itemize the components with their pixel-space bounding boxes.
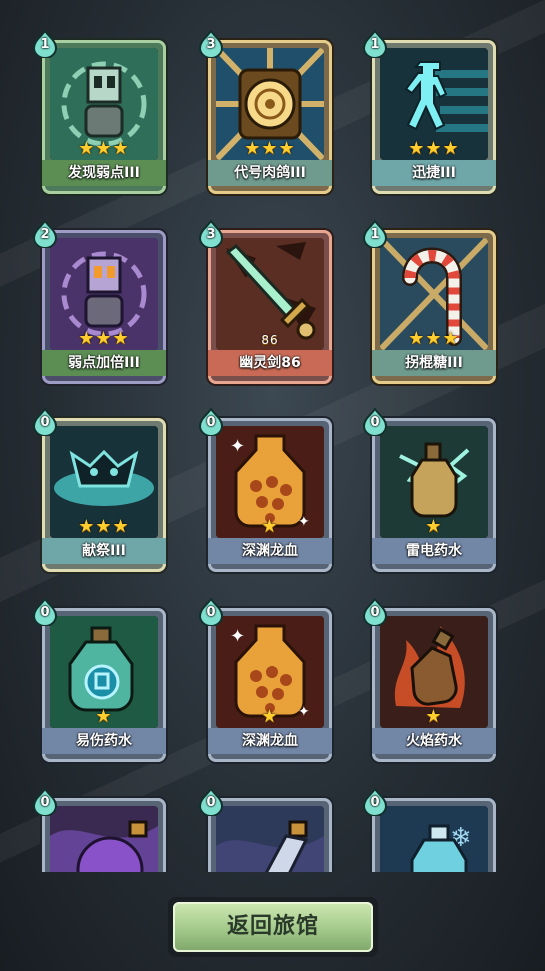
- card-label: 火焰药水: [372, 728, 496, 754]
- cost-value: 0: [40, 795, 50, 810]
- card-label: 雷电药水: [372, 538, 496, 564]
- card[interactable]: ❄ 0: [362, 788, 500, 872]
- star-rating: ★: [261, 706, 279, 727]
- level-tag: 86: [261, 333, 279, 347]
- card[interactable]: ★ 火焰药水 0: [362, 598, 500, 766]
- cost-badge: 1: [362, 220, 388, 248]
- card-label: 弱点加倍III: [42, 350, 166, 376]
- card[interactable]: ★★★ 献祭III 0: [32, 408, 170, 576]
- card[interactable]: ★ 易伤药水 0: [32, 598, 170, 766]
- return-button-label: 返回旅馆: [226, 914, 319, 939]
- card[interactable]: ★★★ 弱点加倍III 2: [32, 220, 170, 388]
- cost-value: 0: [206, 415, 216, 430]
- bottle-icon: [216, 806, 324, 872]
- cost-badge: 3: [198, 220, 224, 248]
- star-rating: ★★★: [78, 138, 130, 159]
- star-rating: ★★★: [408, 328, 460, 349]
- cost-badge: 1: [362, 30, 388, 58]
- cost-badge: 0: [362, 408, 388, 436]
- cost-value: 1: [40, 37, 50, 52]
- cost-badge: 3: [198, 30, 224, 58]
- cost-badge: 0: [32, 598, 58, 626]
- purple-potion-icon: [50, 806, 158, 872]
- card[interactable]: ★ 雷电药水 0: [362, 408, 500, 576]
- card[interactable]: ★★★ 发现弱点III 1: [32, 30, 170, 198]
- card[interactable]: ✦ ✦ ★ 深渊龙血 0: [198, 408, 336, 576]
- star-rating: ★: [425, 516, 443, 537]
- card[interactable]: ★★★ 迅捷III 1: [362, 30, 500, 198]
- cost-badge: 0: [362, 598, 388, 626]
- card-label: 发现弱点III: [42, 160, 166, 186]
- card-label: 深渊龙血: [208, 728, 332, 754]
- cost-badge: 2: [32, 220, 58, 248]
- cost-value: 0: [206, 795, 216, 810]
- card[interactable]: ★★★ 拐棍糖III 1: [362, 220, 500, 388]
- card-label: 献祭III: [42, 538, 166, 564]
- ice-potion-icon: ❄: [380, 806, 488, 872]
- star-rating: ★: [95, 706, 113, 727]
- card[interactable]: 0: [198, 788, 336, 872]
- cost-badge: 0: [198, 408, 224, 436]
- star-rating: ★★★: [78, 516, 130, 537]
- card[interactable]: ✦ ✦ ★ 深渊龙血 0: [198, 598, 336, 766]
- cost-value: 0: [370, 605, 380, 620]
- cost-value: 3: [206, 227, 216, 242]
- cost-value: 0: [40, 605, 50, 620]
- card[interactable]: ★★★ 代号肉鸽III 3: [198, 30, 336, 198]
- card[interactable]: 0: [32, 788, 170, 872]
- cost-badge: 0: [198, 788, 224, 816]
- cost-badge: 0: [32, 788, 58, 816]
- cost-badge: 1: [32, 30, 58, 58]
- card-label: 代号肉鸽III: [208, 160, 332, 186]
- star-rating: ★★★: [244, 138, 296, 159]
- card-label: 迅捷III: [372, 160, 496, 186]
- cost-value: 3: [206, 37, 216, 52]
- card-label: 幽灵剑86: [208, 350, 332, 376]
- cost-badge: 0: [198, 598, 224, 626]
- cost-badge: 0: [362, 788, 388, 816]
- card-label: 拐棍糖III: [372, 350, 496, 376]
- cost-value: 1: [370, 37, 380, 52]
- svg-text:✦: ✦: [230, 436, 245, 457]
- card-label: 易伤药水: [42, 728, 166, 754]
- cost-value: 0: [370, 415, 380, 430]
- star-rating: ★: [425, 706, 443, 727]
- svg-text:✦: ✦: [230, 626, 245, 647]
- star-rating: ★★★: [78, 328, 130, 349]
- star-rating: ★★★: [408, 138, 460, 159]
- cost-badge: 0: [32, 408, 58, 436]
- card-grid[interactable]: ★★★ 发现弱点III 1 ★★★ 代号肉鸽III 3 ★★★ 迅捷III 1 …: [0, 0, 545, 872]
- cost-value: 0: [370, 795, 380, 810]
- cost-value: 2: [40, 227, 50, 242]
- cost-value: 0: [206, 605, 216, 620]
- cost-value: 0: [40, 415, 50, 430]
- card-label: 深渊龙血: [208, 538, 332, 564]
- cost-value: 1: [370, 227, 380, 242]
- return-to-tavern-button[interactable]: 返回旅馆: [168, 897, 378, 957]
- star-rating: ★: [261, 516, 279, 537]
- card[interactable]: 86 幽灵剑86 3: [198, 220, 336, 388]
